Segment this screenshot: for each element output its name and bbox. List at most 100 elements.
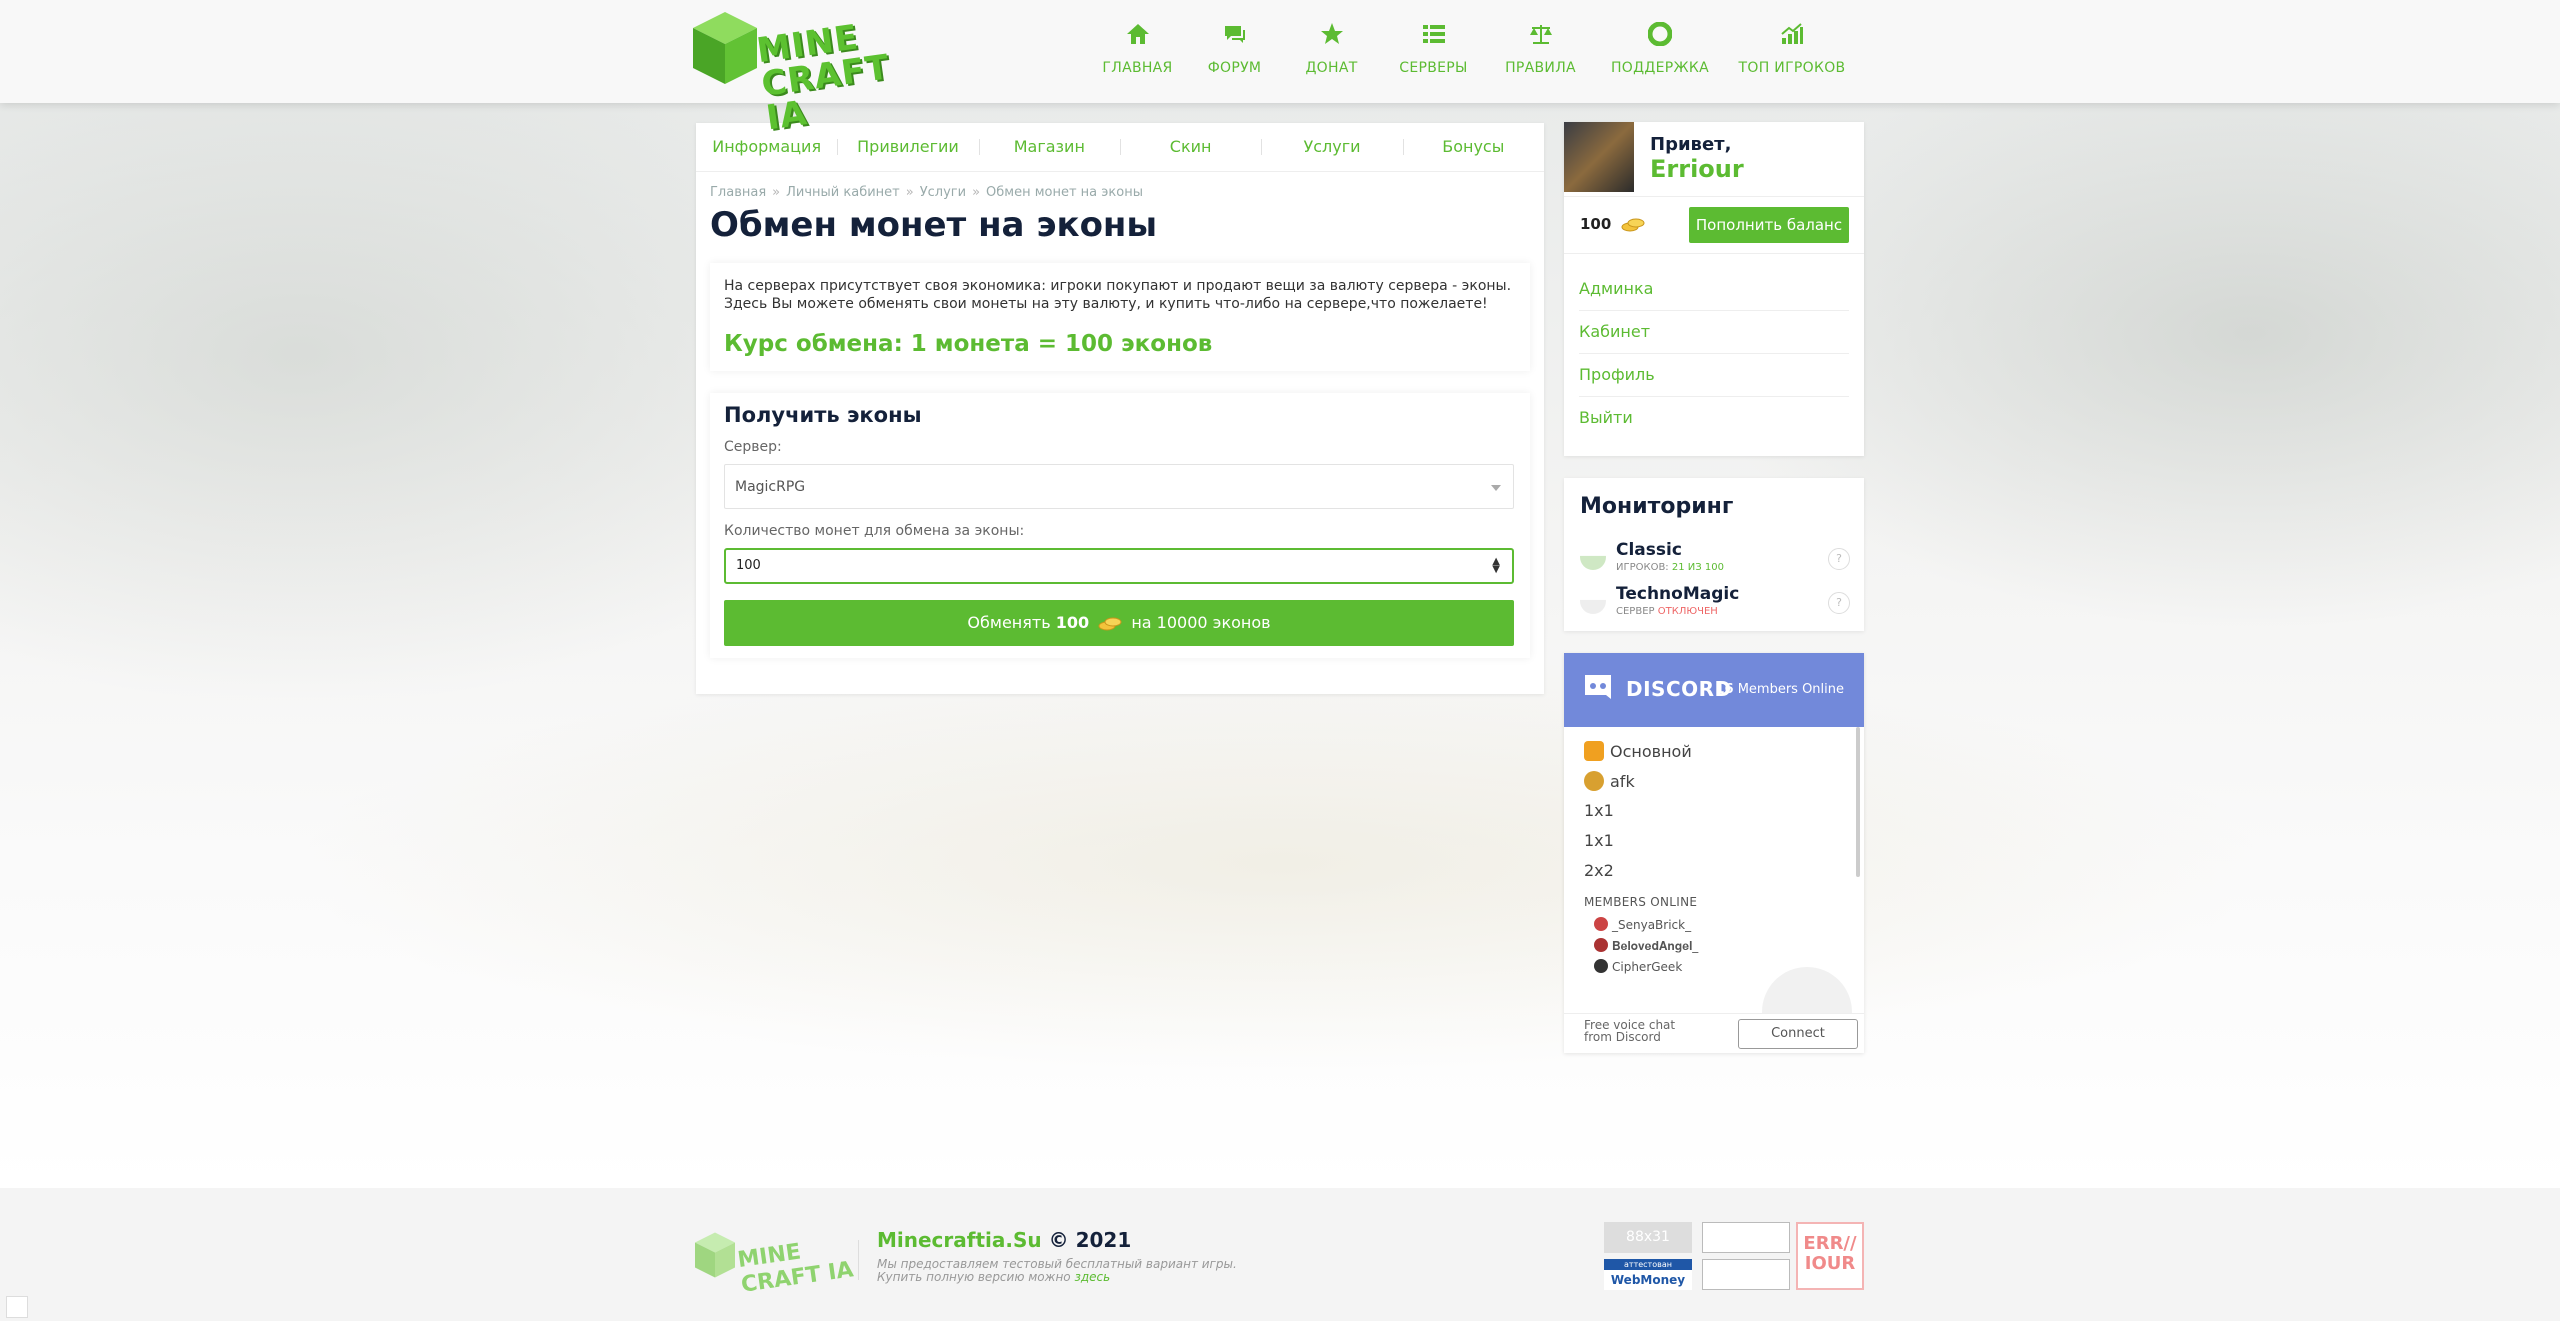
footer-site-name[interactable]: Minecraftia.Su [877, 1228, 1042, 1252]
balance-row: 100 Пополнить баланс [1564, 196, 1864, 254]
avatar[interactable] [1564, 122, 1634, 192]
monitoring-card: Мониторинг Classic ИГРОКОВ: 21 ИЗ 100 ? … [1564, 478, 1864, 631]
discord-online-label: Members Online [1737, 682, 1844, 697]
channel-item[interactable]: Основной [1584, 741, 1692, 761]
menu-admin[interactable]: Админка [1579, 268, 1849, 311]
discord-channels: Основной afk 1x1 1x1 2x2 MEMBERS ONLINE … [1564, 727, 1864, 1053]
topup-button[interactable]: Пополнить баланс [1689, 207, 1849, 243]
star-icon [1320, 23, 1343, 44]
counter-badge-2[interactable] [1702, 1222, 1790, 1253]
server-select[interactable]: MagicRPG [724, 464, 1514, 509]
footer-description: Мы предоставляем тестовый бесплатный вар… [877, 1258, 1277, 1284]
nav-servers[interactable]: СЕРВЕРЫ [1381, 22, 1486, 76]
lifebuoy-icon [1648, 22, 1672, 46]
server-players: 21 ИЗ 100 [1671, 562, 1724, 573]
channel-name: afk [1610, 772, 1635, 791]
cabinet-tabs: Информация Привилегии Магазин Скин Услуг… [696, 123, 1544, 172]
exchange-rate: Курс обмена: 1 монета = 100 эконов [724, 331, 1213, 357]
tab-shop[interactable]: Магазин [978, 123, 1120, 171]
exchange-button-prefix: Обменять [967, 613, 1051, 632]
greeting: Привет, [1650, 134, 1732, 155]
breadcrumb-cabinet[interactable]: Личный кабинет [786, 185, 900, 200]
footer-buy-link[interactable]: здесь [1074, 1270, 1110, 1284]
coins-icon [1098, 617, 1122, 631]
monitoring-title: Мониторинг [1580, 494, 1734, 519]
breadcrumb-current: Обмен монет на эконы [986, 185, 1143, 200]
menu-profile[interactable]: Профиль [1579, 354, 1849, 397]
channel-item[interactable]: 2x2 [1584, 861, 1614, 880]
cube-icon [693, 12, 757, 84]
nav-servers-label: СЕРВЕРЫ [1399, 60, 1468, 76]
server-name: Classic [1616, 540, 1682, 560]
server-classic[interactable]: Classic ИГРОКОВ: 21 ИЗ 100 ? [1580, 540, 1850, 580]
corner-widget-icon[interactable] [6, 1296, 28, 1318]
nav-donate[interactable]: ДОНАТ [1284, 22, 1379, 76]
member-item[interactable]: 𝐁𝐞𝐥𝐨𝐯𝐞𝐝𝐀𝐧𝐠𝐞𝐥_ [1594, 938, 1698, 954]
server-status-indicator [1580, 544, 1606, 570]
channel-item[interactable]: afk [1584, 771, 1635, 791]
menu-cabinet[interactable]: Кабинет [1579, 311, 1849, 354]
main-panel: Информация Привилегии Магазин Скин Услуг… [696, 123, 1544, 694]
member-item[interactable]: CipherGeek [1594, 959, 1682, 974]
footer-desc-text: Мы предоставляем тестовый бесплатный вар… [877, 1257, 1237, 1284]
page-title: Обмен монет на эконы [710, 205, 1158, 245]
counter-badge[interactable]: 88x31 [1604, 1222, 1692, 1253]
list-icon [1422, 25, 1445, 43]
breadcrumb-separator: » [772, 185, 781, 200]
amount-input-value: 100 [736, 558, 761, 573]
member-name: CipherGeek [1612, 960, 1683, 974]
tab-privileges[interactable]: Привилегии [837, 123, 978, 171]
scrollbar[interactable] [1856, 727, 1860, 877]
breadcrumb-home[interactable]: Главная [710, 185, 766, 200]
site-header: MINE CRAFT IA ГЛАВНАЯ ФОРУМ ДОНАТ СЕРВЕР… [0, 0, 2560, 138]
discord-icon [1585, 675, 1611, 699]
channel-item[interactable]: 1x1 [1584, 831, 1614, 850]
site-logo[interactable]: MINE CRAFT IA [693, 12, 933, 138]
tab-bonuses[interactable]: Бонусы [1402, 123, 1544, 171]
nav-home[interactable]: ГЛАВНАЯ [1090, 22, 1185, 76]
channel-emoji-icon [1584, 771, 1604, 791]
footer-copyright: © 2021 [1048, 1228, 1132, 1252]
question-icon[interactable]: ? [1828, 548, 1850, 570]
counter-badge-3[interactable] [1702, 1259, 1790, 1290]
nav-donate-label: ДОНАТ [1305, 60, 1358, 76]
nav-rules-label: ПРАВИЛА [1505, 60, 1576, 76]
home-icon [1126, 24, 1149, 44]
channel-item[interactable]: 1x1 [1584, 801, 1614, 820]
discord-online-count: 16 [1715, 682, 1734, 697]
amount-input[interactable]: 100 ▲ ▼ [724, 548, 1514, 584]
breadcrumb-separator: » [905, 185, 914, 200]
exchange-button[interactable]: Обменять 100 на 10000 эконов [724, 600, 1514, 646]
server-technomagic[interactable]: TechnoMagic СЕРВЕР ОТКЛЮЧЕН ? [1580, 584, 1850, 624]
server-status-indicator [1580, 588, 1606, 614]
tab-skin[interactable]: Скин [1119, 123, 1261, 171]
breadcrumb-services[interactable]: Услуги [920, 185, 966, 200]
webmoney-badge[interactable]: аттестован WebMoney [1604, 1259, 1692, 1290]
nav-top-players[interactable]: ТОП ИГРОКОВ [1727, 22, 1857, 76]
nav-rules[interactable]: ПРАВИЛА [1488, 22, 1593, 76]
developer-badge[interactable]: ERR// IOUR [1796, 1222, 1864, 1290]
form-title: Получить эконы [724, 403, 922, 427]
menu-logout[interactable]: Выйти [1579, 397, 1849, 439]
spinner-arrows-icon[interactable]: ▲ ▼ [1492, 557, 1500, 575]
nav-forum-label: ФОРУМ [1207, 60, 1262, 76]
tab-services[interactable]: Услуги [1261, 123, 1402, 171]
members-title: MEMBERS ONLINE [1584, 895, 1698, 909]
footer-site: Minecraftia.Su © 2021 [877, 1228, 1131, 1252]
question-icon[interactable]: ? [1828, 592, 1850, 614]
member-item[interactable]: _SenyaBrick_ [1594, 917, 1691, 932]
nav-support[interactable]: ПОДДЕРЖКА [1595, 22, 1725, 76]
balance: 100 [1580, 215, 1649, 233]
nav-forum[interactable]: ФОРУМ [1187, 22, 1282, 76]
footer-logo[interactable]: MINE CRAFT IA [695, 1232, 855, 1298]
exchange-button-amount: 100 [1055, 613, 1090, 632]
connect-button[interactable]: Connect [1738, 1019, 1858, 1049]
footer-divider [858, 1240, 859, 1280]
footer-logo-text: MINE CRAFT IA [736, 1239, 855, 1298]
tab-info[interactable]: Информация [696, 123, 837, 171]
discord-footer: Free voice chat from Discord Connect [1564, 1013, 1864, 1053]
discord-widget: DISCORD 16 Members Online Основной afk 1… [1564, 653, 1864, 1053]
server-offline: ОТКЛЮЧЕН [1657, 606, 1718, 617]
member-avatar [1594, 917, 1608, 931]
member-avatar [1594, 938, 1608, 952]
